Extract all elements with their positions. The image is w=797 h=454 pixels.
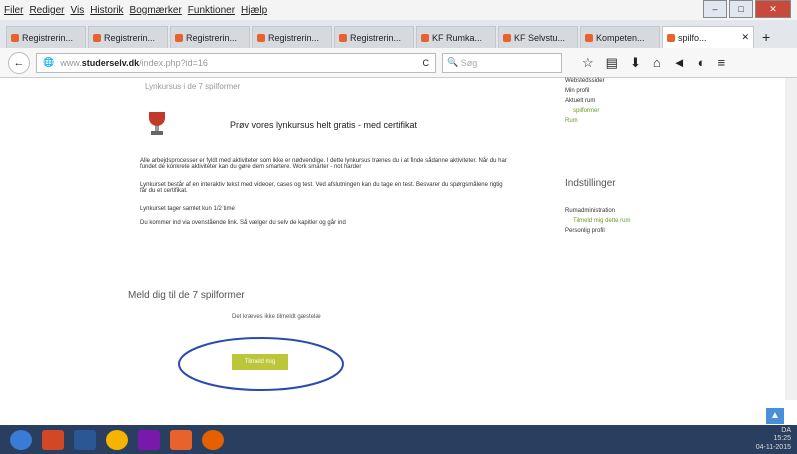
minimize-button[interactable]: –	[703, 0, 727, 18]
settings-list: Rumadministration Tilmeld mig dette rum …	[565, 208, 695, 238]
powerpoint-icon[interactable]	[42, 429, 64, 450]
tab-label: Registrerin...	[268, 32, 320, 43]
firefox-icon[interactable]	[202, 429, 224, 450]
url-prefix: www.	[60, 57, 82, 68]
language-indicator[interactable]: DA	[756, 427, 791, 435]
taskbar: DA 15:25 04-11-2015	[0, 425, 797, 454]
start-button-icon[interactable]	[10, 429, 32, 450]
tab-favicon-icon	[421, 33, 429, 42]
download-icon[interactable]: ⬇	[630, 55, 641, 71]
page-content: Lynkursus i de 7 spilformer Prøv vores l…	[0, 78, 797, 400]
settings-item-personal-profile[interactable]: Personlig profil	[565, 228, 695, 234]
chrome-icon[interactable]	[106, 429, 128, 450]
tab-5[interactable]: Registrerin...	[334, 26, 414, 48]
tab-label: Registrerin...	[186, 32, 238, 43]
site-identity-icon[interactable]: 🌐	[43, 57, 54, 68]
tab-favicon-icon	[585, 33, 593, 42]
nav-bar: ← 🌐 www. studerselv.dk/index.php?id=16 C …	[0, 48, 797, 78]
url-path: /index.php?id=16	[139, 57, 208, 68]
tab-label: Registrerin...	[22, 32, 74, 43]
tab-label: spilfo...	[678, 32, 707, 43]
tab-label: KF Selvstu...	[514, 32, 566, 43]
tab-favicon-icon	[175, 33, 183, 42]
reload-icon[interactable]: C	[423, 58, 430, 68]
tab-4[interactable]: Registrerin...	[252, 26, 332, 48]
signup-note: Det kræves ikke tilmeldt gæstelæ	[232, 314, 321, 320]
close-window-button[interactable]: ✕	[755, 0, 791, 18]
search-placeholder: Søg	[460, 57, 478, 68]
tab-favicon-icon	[667, 33, 675, 42]
tab-label: Registrerin...	[104, 32, 156, 43]
tab-favicon-icon	[257, 33, 265, 42]
bookmark-star-icon[interactable]: ☆	[582, 55, 594, 71]
tab-label: Registrerin...	[350, 32, 402, 43]
home-icon[interactable]: ⌂	[653, 55, 661, 71]
menu-view[interactable]: Vis	[70, 5, 84, 16]
sidebar-item-sites[interactable]: Webstedssider	[565, 78, 695, 84]
maximize-button[interactable]: □	[729, 0, 753, 18]
back-arrow-icon[interactable]: ←	[8, 51, 30, 74]
tab-label: Kompeten...	[596, 32, 645, 43]
url-host: studerselv.dk	[81, 57, 140, 68]
tray-date: 04-11-2015	[755, 443, 791, 451]
menu-help[interactable]: Hjælp	[241, 5, 267, 16]
promo-text: Prøv vores lynkursus helt gratis - med c…	[230, 120, 418, 130]
send-icon[interactable]: ◄	[673, 55, 686, 71]
new-tab-button[interactable]: +	[756, 26, 776, 48]
tab-7[interactable]: KF Selvstu...	[498, 26, 578, 48]
tab-6[interactable]: KF Rumka...	[416, 26, 496, 48]
menu-history[interactable]: Historik	[90, 5, 123, 16]
sidebar-item-current-room[interactable]: Aktuelt rum	[565, 98, 695, 104]
tab-label: KF Rumka...	[432, 32, 483, 43]
onenote-icon[interactable]	[138, 429, 160, 450]
trophy-icon	[149, 112, 165, 135]
menu-edit[interactable]: Rediger	[29, 5, 64, 16]
vertical-scrollbar[interactable]	[785, 78, 797, 400]
system-tray[interactable]: DA 15:25 04-11-2015	[756, 427, 791, 452]
sidebar-item-spilformer[interactable]: spilformer	[565, 108, 695, 114]
menu-bar: Filer Rediger Vis Historik Bogmærker Fun…	[0, 0, 797, 20]
menu-file[interactable]: Filer	[4, 5, 23, 16]
tab-favicon-icon	[503, 33, 511, 42]
toolbar-icons: ☆ ▤ ⬇ ⌂ ◄ ◐ ≡	[582, 55, 725, 71]
settings-item-enroll[interactable]: Tilmeld mig dette rum	[565, 218, 695, 224]
paragraph-3: Lynkurset tager samlet kun 1/2 time	[140, 206, 235, 212]
tab-favicon-icon	[93, 33, 101, 42]
search-field[interactable]: 🔍 Søg	[442, 52, 562, 73]
settings-title: Indstillinger	[565, 178, 616, 189]
paragraph-4[interactable]: Du kommer ind via ovenstående link. Så v…	[140, 220, 510, 226]
hand-drawn-circle	[178, 337, 344, 391]
address-bar[interactable]: 🌐 www. studerselv.dk/index.php?id=16 C	[36, 52, 436, 73]
tab-favicon-icon	[339, 33, 347, 42]
menu-hamburger-icon[interactable]: ≡	[717, 55, 725, 71]
paragraph-2: Lynkurset består af en interaktiv tekst …	[140, 182, 503, 194]
settings-item-room-admin[interactable]: Rumadministration	[565, 208, 695, 214]
scroll-to-top-button[interactable]: ▲	[766, 408, 784, 424]
sidebar-item-rooms[interactable]: Rum	[565, 118, 695, 124]
tray-time: 15:25	[773, 435, 791, 443]
addon-icon[interactable]: ◐	[698, 55, 706, 71]
reading-list-icon[interactable]: ▤	[606, 55, 618, 71]
signup-title: Meld dig til de 7 spilformer	[128, 290, 245, 301]
close-tab-icon[interactable]: ✕	[741, 32, 749, 43]
section-heading: Lynkursus i de 7 spilformer	[145, 82, 241, 91]
search-icon: 🔍	[447, 57, 461, 67]
sidebar: Webstedssider Min profil Aktuelt rum spi…	[565, 78, 695, 128]
sidebar-item-profile[interactable]: Min profil	[565, 88, 695, 94]
word-icon[interactable]	[74, 429, 96, 450]
tab-active[interactable]: spilfo... ✕	[662, 26, 754, 48]
menu-tools[interactable]: Funktioner	[188, 5, 235, 16]
tab-bar: Registrerin... Registrerin... Registreri…	[0, 20, 797, 48]
tab-2[interactable]: Registrerin...	[88, 26, 168, 48]
tab-favicon-icon	[11, 33, 19, 42]
tab-8[interactable]: Kompeten...	[580, 26, 660, 48]
tab-1[interactable]: Registrerin...	[6, 26, 86, 48]
window-controls: – □ ✕	[703, 0, 791, 18]
tab-3[interactable]: Registrerin...	[170, 26, 250, 48]
app-icon[interactable]	[170, 429, 192, 450]
menu-bookmarks[interactable]: Bogmærker	[130, 5, 182, 16]
paragraph-1: Alle arbejdsprocesser er fyldt med aktiv…	[140, 158, 507, 170]
